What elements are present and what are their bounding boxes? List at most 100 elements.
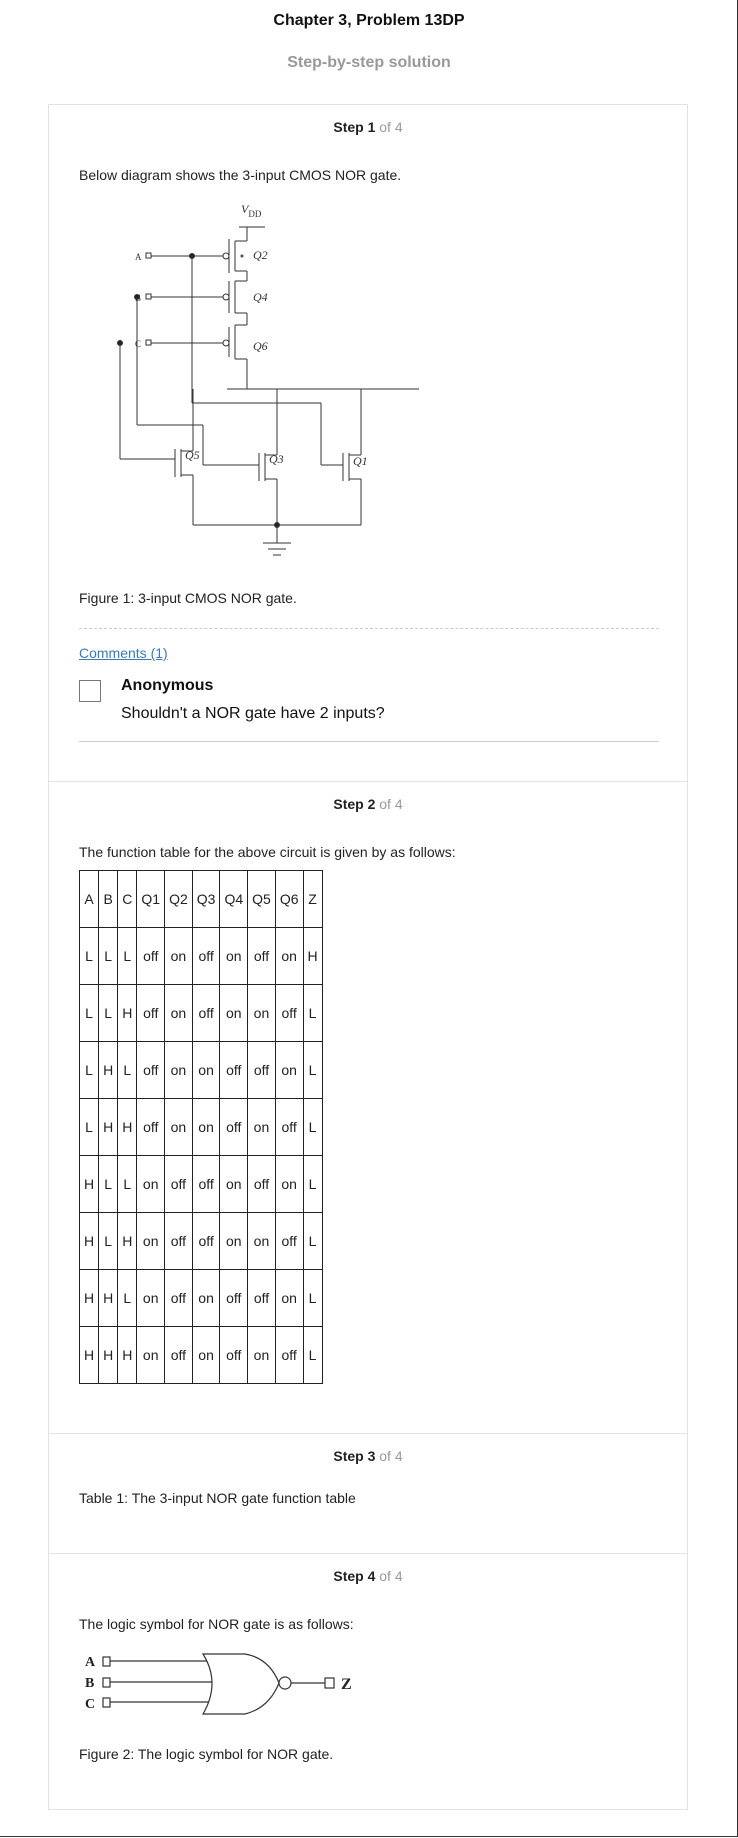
table-cell: on: [247, 984, 276, 1042]
table-cell: on: [274, 1041, 304, 1099]
table-cell: on: [274, 1269, 304, 1327]
table-cell: on: [274, 1155, 304, 1213]
table-cell: on: [219, 1155, 249, 1213]
table-cell: L: [78, 984, 100, 1042]
table-cell: H: [78, 1212, 100, 1270]
table-cell: L: [302, 1098, 323, 1156]
table-cell: L: [98, 984, 119, 1042]
table-cell: on: [164, 927, 193, 985]
table-cell: off: [136, 927, 166, 985]
table-cell: L: [98, 927, 119, 985]
table-cell: L: [117, 1269, 138, 1327]
table-1-caption: Table 1: The 3-input NOR gate function t…: [79, 1490, 356, 1506]
table-cell: L: [78, 927, 100, 985]
table-cell: L: [302, 1269, 323, 1327]
page-title: Chapter 3, Problem 13DP: [273, 12, 465, 29]
table-header-cell: Q3: [191, 870, 221, 928]
comment-divider: [79, 741, 659, 742]
comments-divider: [79, 628, 659, 629]
cmos-nor-diagram: VDD Z A B C: [117, 203, 419, 556]
table-header-cell: Q6: [274, 870, 304, 928]
step-2-count: of 4: [379, 796, 403, 812]
step-1-card: Step 1 of 4 Below diagram shows the 3-in…: [48, 104, 688, 782]
table-row: L L Hoff on off on on off L: [78, 984, 323, 1042]
table-header-cell: Q2: [164, 870, 193, 928]
step-2-card: Step 2 of 4 The function table for the a…: [48, 781, 688, 1434]
symbol-output-z-label: Z: [341, 1676, 352, 1693]
table-cell: on: [219, 1212, 249, 1270]
table-cell: on: [191, 1098, 221, 1156]
table-cell: H: [98, 1269, 119, 1327]
table-cell: on: [136, 1155, 166, 1213]
comment-author: Anonymous: [121, 677, 214, 694]
table-cell: H: [117, 984, 138, 1042]
table-cell: on: [191, 1326, 221, 1384]
table-header-cell: Q5: [247, 870, 276, 928]
table-header-cell: B: [98, 870, 119, 928]
table-cell: off: [219, 1269, 249, 1327]
table-cell: L: [302, 1212, 323, 1270]
step-3-header: Step 3 of 4: [49, 1448, 687, 1464]
table-cell: H: [78, 1269, 100, 1327]
table-cell: L: [117, 1041, 138, 1099]
table-cell: L: [302, 1041, 323, 1099]
table-cell: off: [164, 1155, 193, 1213]
table-cell: off: [247, 1155, 276, 1213]
table-cell: off: [164, 1212, 193, 1270]
table-header-cell: Z: [302, 870, 323, 928]
step-3-label: Step 3: [333, 1448, 376, 1464]
table-cell: on: [164, 984, 193, 1042]
table-cell: off: [164, 1269, 193, 1327]
step-3-count: of 4: [379, 1448, 403, 1464]
table-cell: on: [136, 1269, 166, 1327]
table-cell: H: [117, 1212, 138, 1270]
step-1-label: Step 1: [333, 119, 376, 135]
step-1-count: of 4: [379, 119, 403, 135]
q5-label: Q5: [185, 448, 200, 462]
table-cell: off: [247, 927, 276, 985]
input-c-label: C: [135, 339, 141, 349]
table-cell: off: [219, 1326, 249, 1384]
table-header-cell: C: [117, 870, 138, 928]
table-row: H L Lon off off on off on L: [78, 1155, 323, 1213]
table-cell: off: [191, 984, 221, 1042]
table-cell: on: [136, 1326, 166, 1384]
table-cell: on: [219, 927, 249, 985]
comment-checkbox[interactable]: [79, 680, 101, 702]
table-cell: H: [302, 927, 323, 985]
table-cell: L: [302, 1155, 323, 1213]
table-cell: H: [98, 1326, 119, 1384]
figure-1-caption: Figure 1: 3-input CMOS NOR gate.: [79, 590, 297, 606]
table-cell: off: [219, 1041, 249, 1099]
step-4-label: Step 4: [333, 1568, 376, 1584]
table-cell: on: [274, 927, 304, 985]
table-cell: on: [136, 1212, 166, 1270]
table-cell: L: [117, 927, 138, 985]
symbol-input-b-label: B: [85, 1676, 94, 1691]
table-cell: off: [136, 1041, 166, 1099]
table-cell: H: [117, 1326, 138, 1384]
table-cell: on: [219, 984, 249, 1042]
table-header-cell: Q1: [136, 870, 166, 928]
comments-link[interactable]: Comments (1): [79, 645, 168, 661]
table-cell: L: [78, 1098, 100, 1156]
step-4-count: of 4: [379, 1568, 403, 1584]
table-cell: on: [247, 1212, 276, 1270]
symbol-input-c-label: C: [85, 1697, 95, 1712]
table-cell: off: [247, 1041, 276, 1099]
table-cell: off: [164, 1326, 193, 1384]
symbol-input-a-label: A: [85, 1655, 96, 1670]
step-2-text: The function table for the above circuit…: [79, 844, 456, 860]
table-header-cell: Q4: [219, 870, 249, 928]
table-row: L L Loff on off on off on H: [78, 927, 323, 985]
table-cell: on: [164, 1098, 193, 1156]
table-row: H H Hon off on off on off L: [78, 1326, 323, 1384]
step-4-header: Step 4 of 4: [49, 1568, 687, 1584]
table-row: H L Hon off off on on off L: [78, 1212, 323, 1270]
table-cell: off: [136, 984, 166, 1042]
table-cell: on: [164, 1041, 193, 1099]
input-a-label: A: [135, 252, 142, 262]
table-cell: L: [78, 1041, 100, 1099]
table-row: H H Lon off on off off on L: [78, 1269, 323, 1327]
table-cell: off: [247, 1269, 276, 1327]
